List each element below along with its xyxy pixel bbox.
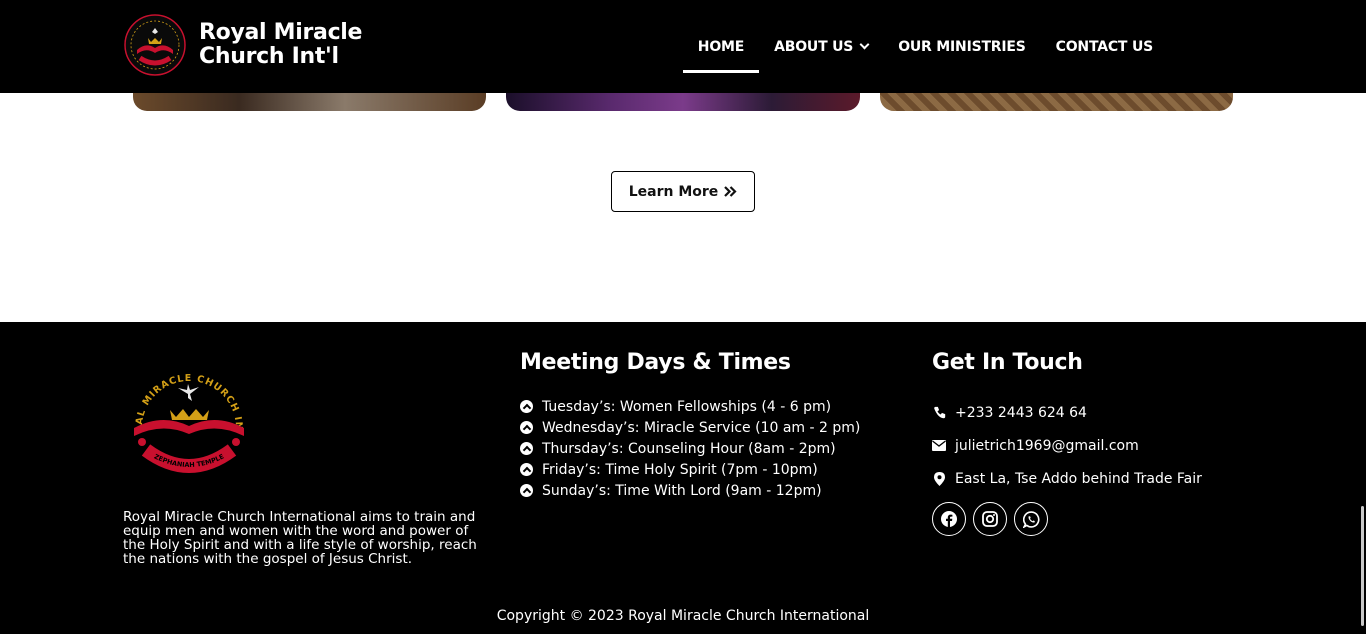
nav-about-us[interactable]: ABOUT US	[759, 17, 883, 77]
learn-more-button[interactable]: Learn More	[611, 171, 755, 212]
site-header: Royal Miracle Church Int'l HOME ABOUT US…	[0, 0, 1366, 93]
learn-more-label: Learn More	[628, 183, 719, 200]
instagram-icon	[982, 511, 998, 527]
phone-text: +233 2443 624 64	[955, 404, 1087, 421]
meeting-list: Tuesday’s: Women Fellowships (4 - 6 pm) …	[520, 396, 860, 501]
meeting-text: Friday’s: Time Holy Spirit (7pm - 10pm)	[542, 461, 818, 478]
site-footer: ROYAL MIRACLE CHURCH INT'L ZEPHANIAH TEM…	[0, 322, 1366, 634]
chevron-up-circle-icon	[520, 463, 533, 476]
chevron-down-icon	[859, 39, 870, 50]
nav-about-us-label: ABOUT US	[774, 38, 854, 55]
church-seal-logo: ROYAL MIRACLE CHURCH INT'L ZEPHANIAH TEM…	[124, 358, 252, 486]
main-nav: HOME ABOUT US OUR MINISTRIES CONTACT US	[682, 0, 1168, 93]
instagram-link[interactable]	[973, 502, 1007, 536]
brand-name-line1: Royal Miracle	[199, 20, 363, 45]
brand[interactable]: Royal Miracle Church Int'l	[124, 14, 362, 76]
about-text: Royal Miracle Church International aims …	[123, 509, 477, 567]
address-text: East La, Tse Addo behind Trade Fair	[955, 470, 1202, 487]
whatsapp-icon	[1022, 510, 1039, 528]
nav-our-ministries[interactable]: OUR MINISTRIES	[883, 17, 1040, 77]
meeting-text: Wednesday’s: Miracle Service (10 am - 2 …	[542, 419, 861, 436]
list-item: Thursday’s: Counseling Hour (8am - 2pm)	[520, 438, 860, 459]
page-scrollbar[interactable]	[1361, 506, 1364, 626]
list-item: Sunday’s: Time With Lord (9am - 12pm)	[520, 480, 860, 501]
meeting-title: Meeting Days & Times	[520, 350, 791, 375]
list-item: Wednesday’s: Miracle Service (10 am - 2 …	[520, 417, 860, 438]
nav-home[interactable]: HOME	[682, 17, 760, 77]
double-chevron-right-icon	[724, 186, 737, 197]
chevron-up-circle-icon	[520, 442, 533, 455]
list-item: Friday’s: Time Holy Spirit (7pm - 10pm)	[520, 459, 860, 480]
church-logo-icon	[124, 14, 186, 76]
map-marker-icon	[932, 471, 946, 486]
list-item: Tuesday’s: Women Fellowships (4 - 6 pm)	[520, 396, 860, 417]
nav-contact-us[interactable]: CONTACT US	[1041, 17, 1168, 77]
facebook-icon	[941, 511, 957, 527]
brand-name: Royal Miracle Church Int'l	[199, 21, 362, 69]
phone-icon	[932, 406, 946, 419]
chevron-up-circle-icon	[520, 400, 533, 413]
email-text: julietrich1969@gmail.com	[955, 437, 1139, 454]
meeting-text: Tuesday’s: Women Fellowships (4 - 6 pm)	[542, 398, 832, 415]
copyright: Copyright © 2023 Royal Miracle Church In…	[496, 608, 870, 624]
social-links	[932, 502, 1055, 536]
get-in-touch-title: Get In Touch	[932, 350, 1083, 375]
meeting-text: Thursday’s: Counseling Hour (8am - 2pm)	[542, 440, 836, 457]
meeting-text: Sunday’s: Time With Lord (9am - 12pm)	[542, 482, 822, 499]
contact-address: East La, Tse Addo behind Trade Fair	[932, 462, 1202, 495]
chevron-up-circle-icon	[520, 484, 533, 497]
brand-name-line2: Church Int'l	[199, 44, 339, 69]
contact-email[interactable]: julietrich1969@gmail.com	[932, 429, 1202, 462]
chevron-up-circle-icon	[520, 421, 533, 434]
facebook-link[interactable]	[932, 502, 966, 536]
contact-list: +233 2443 624 64 julietrich1969@gmail.co…	[932, 396, 1202, 495]
contact-phone[interactable]: +233 2443 624 64	[932, 396, 1202, 429]
whatsapp-link[interactable]	[1014, 502, 1048, 536]
envelope-icon	[932, 440, 946, 451]
